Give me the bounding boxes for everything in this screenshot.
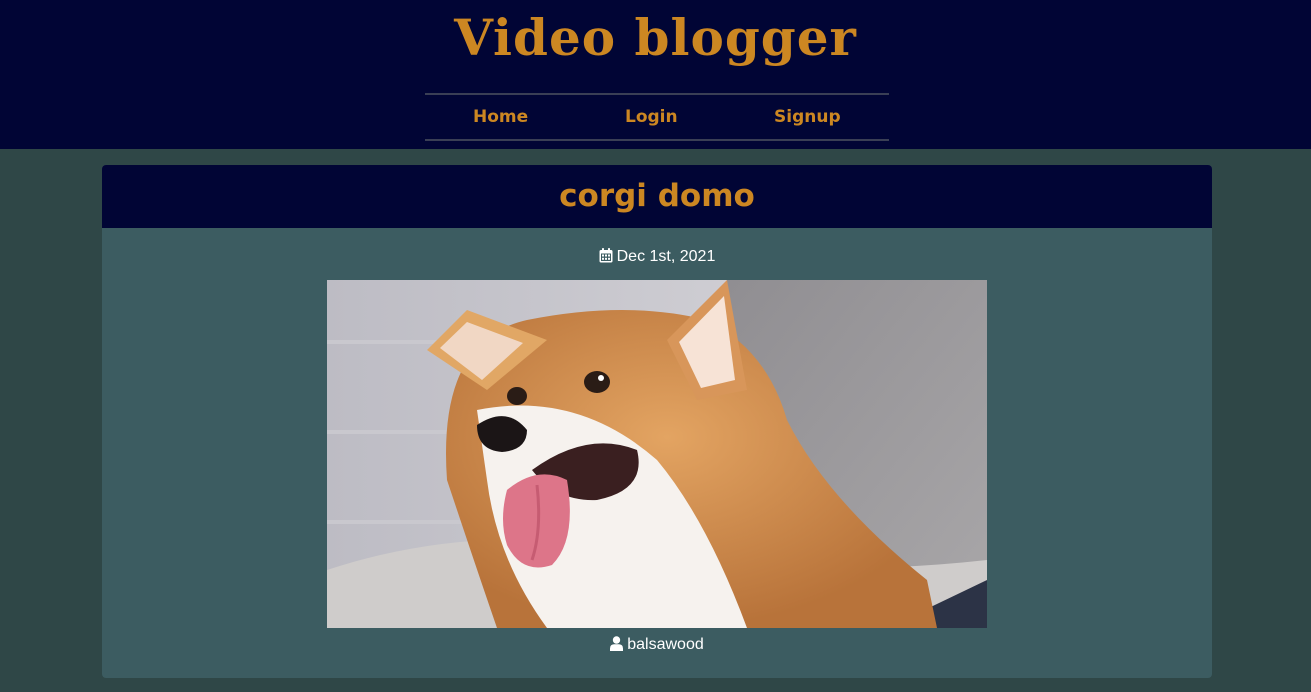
nav-signup-link[interactable]: Signup xyxy=(774,95,841,139)
nav-login-link[interactable]: Login xyxy=(625,95,678,139)
calendar-icon xyxy=(599,248,613,263)
main-nav: Home Login Signup xyxy=(425,93,889,141)
post-date-text: Dec 1st, 2021 xyxy=(616,248,716,265)
post-author-name[interactable]: balsawood xyxy=(627,636,704,653)
post-author: balsawood xyxy=(102,635,1212,655)
user-icon xyxy=(610,636,624,651)
nav-home-link[interactable]: Home xyxy=(473,95,528,139)
post-card: corgi domo Dec 1st, 2021 balsawood xyxy=(102,165,1212,678)
corgi-photo xyxy=(327,280,987,628)
post-date: Dec 1st, 2021 xyxy=(102,247,1212,267)
post-title: corgi domo xyxy=(559,178,755,214)
post-card-header: corgi domo xyxy=(102,165,1212,228)
site-header: Video blogger Home Login Signup xyxy=(0,0,1311,149)
site-title: Video blogger xyxy=(454,8,857,67)
